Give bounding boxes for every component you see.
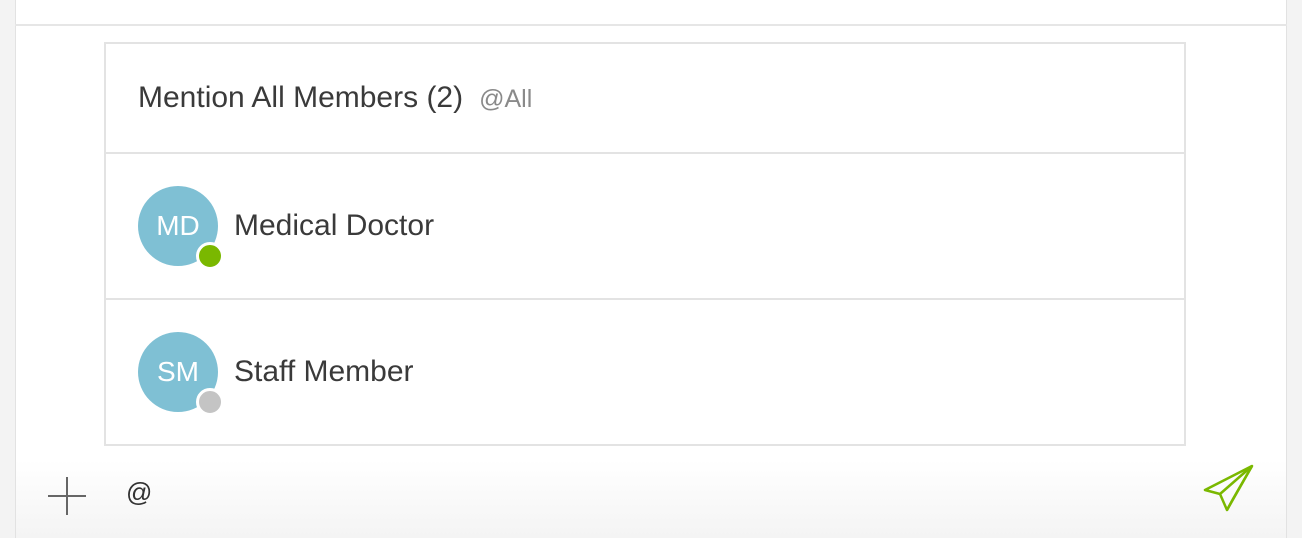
paper-plane-icon [1203, 464, 1254, 512]
add-attachment-button[interactable] [46, 475, 88, 517]
offline-status-icon [196, 388, 224, 416]
member-option-staff-member[interactable]: SM Staff Member [106, 300, 1184, 444]
member-name: Staff Member [234, 355, 414, 388]
message-composer [16, 460, 1286, 538]
member-name: Medical Doctor [234, 209, 435, 242]
online-status-icon [196, 242, 224, 270]
mention-all-handle: @All [479, 85, 533, 113]
avatar-initials: MD [156, 210, 200, 241]
avatar-initials: SM [157, 356, 199, 387]
member-option-medical-doctor[interactable]: MD Medical Doctor [106, 154, 1184, 300]
plus-icon [48, 477, 86, 515]
message-input[interactable] [126, 472, 1166, 512]
mention-suggestion-list: Mention All Members (2) @All MD Medical … [104, 42, 1186, 446]
mention-all-members-option[interactable]: Mention All Members (2) @All [106, 44, 1184, 154]
avatar: MD [138, 186, 224, 270]
divider [15, 24, 1287, 26]
send-button[interactable] [1202, 463, 1256, 513]
avatar: SM [138, 332, 224, 416]
mention-all-label: Mention All Members (2) [138, 81, 464, 114]
